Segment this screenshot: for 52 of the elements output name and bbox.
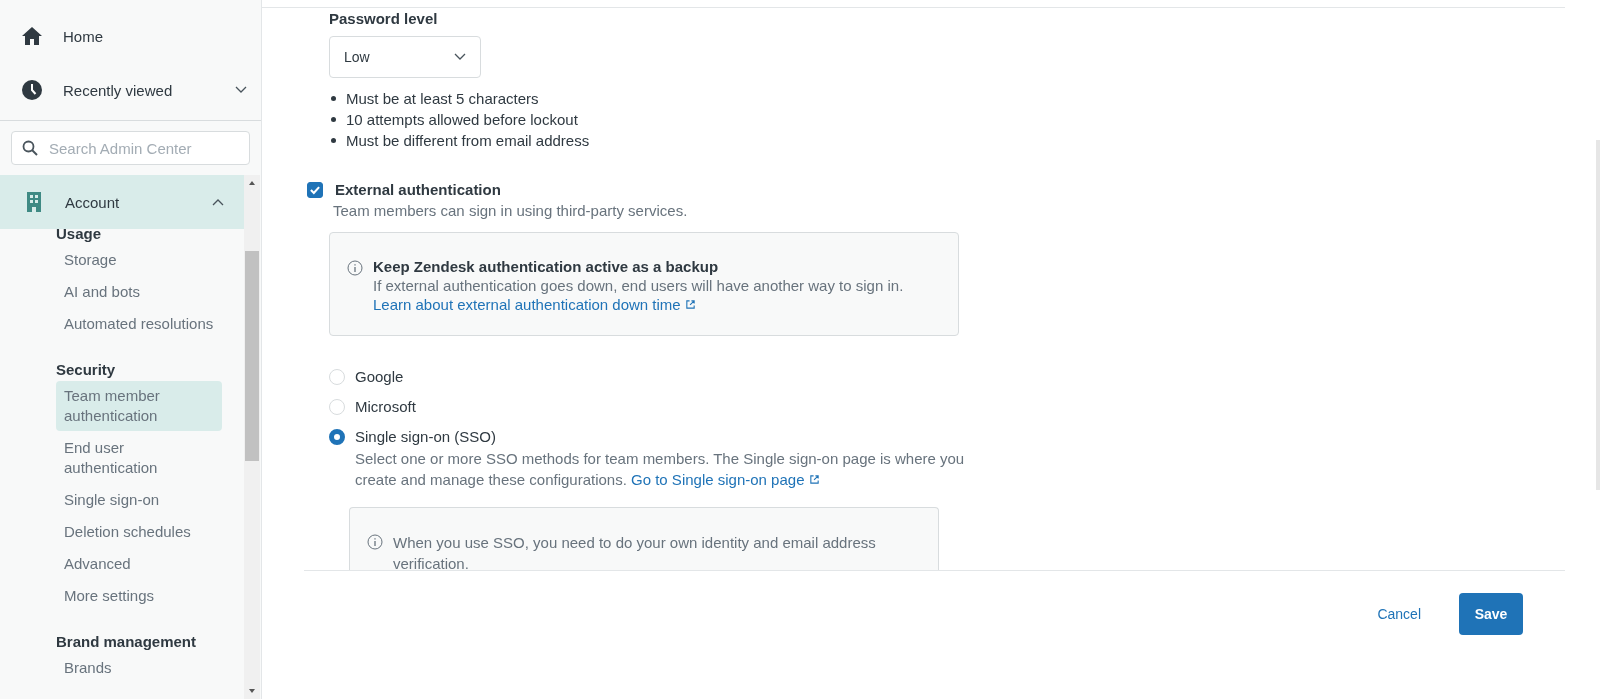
- rule-text: Must be different from email address: [346, 131, 590, 151]
- account-section[interactable]: Account: [0, 175, 244, 229]
- sidebar-item[interactable]: More settings: [56, 581, 222, 611]
- group-heading: Security: [56, 360, 117, 380]
- info-icon: [367, 534, 383, 550]
- group-heading: Brand management: [56, 632, 198, 652]
- checkbox-label: External authentication: [335, 181, 501, 198]
- nav-item[interactable]: Home: [0, 9, 261, 63]
- radio-button[interactable]: [329, 428, 345, 445]
- rule-text: 10 attempts allowed before lockout: [346, 110, 578, 130]
- info-icon: [347, 260, 363, 276]
- radio-label: Google: [355, 368, 404, 385]
- sidebar-item[interactable]: End user authentication: [56, 433, 222, 483]
- nav-label: Recently viewed: [63, 81, 174, 99]
- notice-text: When you use SSO, you need to do your own identity and email address verification.: [393, 533, 877, 570]
- sidebar-item[interactable]: Team member authentication: [56, 381, 222, 431]
- bullet-icon: [331, 138, 336, 143]
- field-label: Password level: [329, 10, 439, 27]
- password-level-dropdown[interactable]: Low: [329, 36, 481, 78]
- sidebar-item[interactable]: Deletion schedules: [56, 517, 222, 547]
- sidebar-item[interactable]: Automated resolutions: [56, 309, 222, 339]
- bullet-icon: [331, 117, 336, 122]
- nav-item[interactable]: Recently viewed: [0, 63, 261, 117]
- notice-title: Keep Zendesk authentication active as a backup: [373, 258, 720, 275]
- sso-description: Select one or more SSO methods for team members. The Single sign-on page is where you create and manage these configurations. Go to Single sign-on page: [355, 449, 966, 490]
- scrollbar[interactable]: [244, 175, 260, 699]
- sidebar-item[interactable]: Storage: [56, 245, 222, 275]
- sidebar-item[interactable]: AI and bots: [56, 277, 222, 307]
- scroll-down-icon[interactable]: [248, 687, 256, 695]
- home-icon: [20, 24, 44, 48]
- sidebar-item[interactable]: Advanced: [56, 549, 222, 579]
- search-field[interactable]: Search Admin Center: [11, 131, 250, 165]
- save-button[interactable]: Save: [1459, 593, 1523, 635]
- checkbox[interactable]: [307, 181, 323, 198]
- radio-label: Microsoft: [355, 398, 416, 415]
- external-link[interactable]: Go to Single sign-on page: [631, 471, 820, 488]
- external-link-icon: [808, 474, 820, 485]
- cancel-button[interactable]: Cancel: [1377, 593, 1421, 635]
- radio-label: Single sign-on (SSO): [355, 428, 496, 445]
- external-link[interactable]: Learn about external authentication down time: [373, 296, 696, 313]
- notice-text: If external authentication goes down, end users will have another way to sign in.: [373, 276, 904, 296]
- search-icon: [22, 140, 38, 156]
- sidebar-item[interactable]: Single sign-on: [56, 485, 222, 515]
- scroll-up-icon[interactable]: [248, 179, 256, 187]
- nav-label: Home: [63, 27, 104, 45]
- bullet-icon: [331, 96, 336, 101]
- external-link-icon: [684, 299, 696, 310]
- description-text: Team members can sign in using third-party services.: [333, 202, 689, 219]
- chevron-icon: [454, 53, 466, 61]
- sidebar-item[interactable]: Brands: [56, 653, 222, 683]
- rule-text: Must be at least 5 characters: [346, 89, 539, 109]
- clock-icon: [20, 78, 44, 102]
